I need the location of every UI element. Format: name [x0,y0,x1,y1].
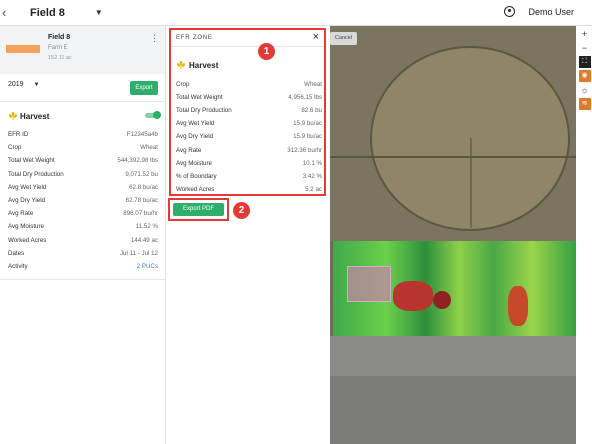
stat-row: Avg Wet Yield 62.8 bu/ac [8,183,158,191]
wheat-icon [8,112,18,120]
pivot-line [470,138,472,228]
harvest-label: Harvest [20,112,50,121]
close-icon[interactable]: × [313,31,319,43]
weather-icon[interactable]: ☼ [579,84,591,96]
field-card[interactable]: Field 8 Farm E 152.11 ac ⋮ [0,26,165,74]
stat-row: Avg Moisture 10.1 % [176,159,322,167]
stat-row: Avg Dry Yield 62.78 bu/ac [8,197,158,205]
efr-zone-title: EFR ZONE [176,35,213,41]
stat-row: Worked Acres 144.49 ac [8,236,158,244]
map-toolbar: + − ⛶ ◉ ☼ ≋ [577,26,592,444]
efr-zone-polygon[interactable] [347,266,391,302]
export-pdf-highlight: Export PDF [168,198,229,221]
stat-row: Crop Wheat [8,144,158,152]
top-bar: ‹ Field 8 ▼ Demo User [0,0,592,26]
stat-row: Total Wet Weight 544,392.98 lbs [8,157,158,165]
field-stats-list: EFR ID F12345a4b Crop Wheat Total Wet Weig… [8,128,158,273]
efr-zone-panel: EFR ZONE × Harvest Crop Wheat Total Wet W… [169,28,326,196]
user-icon [504,6,516,17]
map-field-bottom [330,376,576,444]
stat-row: Avg Moisture 11.52 % [8,223,158,231]
year-value: 2019 [8,81,24,88]
harvest-layer-row: Harvest [8,111,161,123]
divider [0,279,166,280]
harvest-layer-toggle[interactable] [145,111,161,119]
step-badge-1: 1 [258,43,275,60]
stat-row: Avg Dry Yield 15.9 bu/ac [176,133,322,141]
stat-row: Total Dry Production 82.6 bu [176,107,322,115]
low-yield-area [433,291,451,309]
more-options-icon[interactable]: ⋮ [150,33,159,44]
activity-link[interactable]: 2 PUCs [137,263,158,270]
zoom-out-icon[interactable]: − [579,42,591,54]
divider [0,101,166,102]
export-button[interactable]: Export [130,81,158,95]
field-card-name: Field 8 [48,34,71,41]
efr-harvest-row: Harvest [176,60,316,72]
stat-row: Crop Wheat [176,81,322,89]
field-dropdown-icon[interactable]: ▼ [95,8,103,17]
stat-row: EFR ID F12345a4b [8,131,158,139]
efr-harvest-label: Harvest [189,61,219,70]
field-sidebar: Field 8 Farm E 152.11 ac ⋮ 2019 ▼ Export… [0,26,166,444]
field-boundary-line [330,156,576,158]
export-pdf-button[interactable]: Export PDF [173,203,224,216]
satellite-map[interactable] [330,26,576,444]
stack-icon[interactable]: ≋ [578,98,591,110]
stat-row: Total Dry Production 9,071.52 bu [8,170,158,178]
field-thumbnail [6,45,40,53]
chevron-left-icon[interactable]: ‹ [2,5,16,20]
year-dropdown-icon: ▼ [33,82,40,88]
efr-zone-stats-list: Crop Wheat Total Wet Weight 4,956.15 lbs T… [176,78,322,196]
zoom-in-icon[interactable]: + [579,28,591,40]
stat-row: Avg Wet Yield 15.9 bu/ac [176,120,322,128]
layers-icon[interactable]: ◉ [578,70,591,82]
low-yield-area [393,281,433,311]
step-badge-2: 2 [233,202,250,219]
field-title: Field 8 [30,6,65,19]
stat-row: Dates Jul 11 - Jul 12 [8,249,158,257]
cancel-button[interactable]: Cancel [330,32,357,45]
field-card-farm: Farm E [48,45,68,51]
stat-row: Avg Rate 896.07 bu/hr [8,210,158,218]
harvest-yield-overlay[interactable] [333,241,576,336]
user-menu[interactable]: Demo User [504,6,574,17]
wheat-icon [176,61,186,69]
stat-row: Total Wet Weight 4,956.15 lbs [176,94,322,102]
efr-zone-header: EFR ZONE × [171,30,324,47]
stat-row: % of Boundary 3.42 % [176,172,322,180]
stat-row: Activity 2 PUCs [8,262,158,270]
year-select[interactable]: 2019 ▼ [8,81,39,88]
fullscreen-icon[interactable]: ⛶ [578,56,591,68]
low-yield-area [508,286,528,326]
user-name: Demo User [528,6,574,17]
stat-row: Worked Acres 5.2 ac [176,185,322,193]
field-card-area: 152.11 ac [48,55,72,61]
stat-row: Avg Rate 312.36 bu/hr [176,146,322,154]
